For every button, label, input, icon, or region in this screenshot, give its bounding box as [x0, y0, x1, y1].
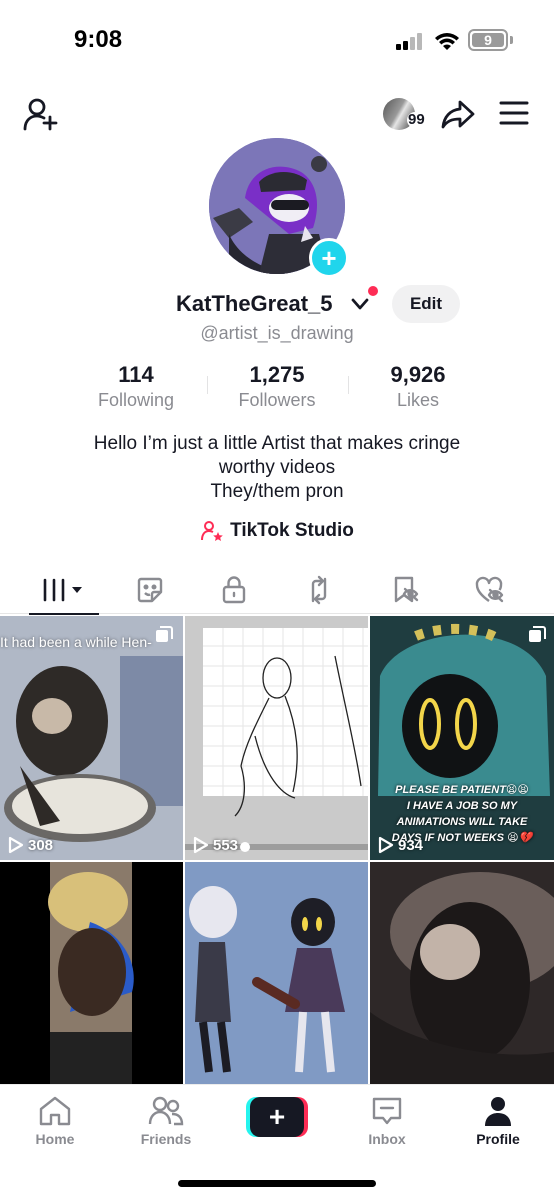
thumbnail-image	[185, 862, 368, 1084]
view-count-value: 934	[398, 836, 424, 854]
tiktok-studio-link[interactable]: TikTok Studio	[0, 518, 554, 544]
thumbnail-image	[0, 862, 183, 1084]
nav-label: Friends	[140, 1131, 192, 1147]
thumbnail-image	[370, 862, 554, 1084]
stat-likes[interactable]: 9,926 Likes	[348, 362, 488, 412]
caption-line: I HAVE A JOB SO MY	[406, 800, 518, 812]
caption-line: ANIMATIONS WILL TAKE	[396, 816, 528, 828]
view-count-value: 553	[213, 836, 239, 854]
lock-icon	[222, 576, 246, 604]
play-icon	[8, 836, 24, 854]
stat-label: Followers	[238, 390, 316, 410]
multi-photo-icon	[529, 626, 546, 642]
username-handle: @artist_is_drawing	[200, 323, 354, 343]
chevron-down-icon[interactable]	[350, 295, 370, 313]
liked-hidden-icon	[475, 576, 504, 603]
tab-stickers[interactable]	[115, 566, 185, 614]
profile-avatar[interactable]: +	[209, 138, 349, 278]
tab-favorites[interactable]	[370, 566, 440, 614]
profile-views-button[interactable]: 99	[383, 96, 431, 132]
video-overlay-text: It had been a while Hen-	[0, 634, 152, 650]
tab-liked[interactable]	[455, 566, 525, 614]
videos-grid-icon	[43, 578, 82, 602]
studio-icon	[201, 521, 223, 541]
friends-icon	[148, 1096, 184, 1126]
tab-private[interactable]	[199, 566, 269, 614]
multi-photo-icon	[156, 626, 173, 642]
video-grid: It had been a while Hen- 308 553 PLEASE …	[0, 616, 554, 1084]
create-button[interactable]: +	[246, 1097, 308, 1137]
profile-icon	[485, 1097, 511, 1126]
view-count: 934	[378, 836, 423, 854]
home-icon	[39, 1096, 71, 1126]
video-thumbnail[interactable]	[0, 862, 183, 1084]
view-count-value: 308	[28, 836, 54, 854]
bio-line: Hello I’m just a little Artist that make…	[93, 433, 461, 454]
nav-label: Profile	[476, 1131, 520, 1147]
share-icon[interactable]	[440, 97, 476, 131]
inbox-icon	[372, 1097, 402, 1125]
video-thumbnail[interactable]: PLEASE BE PATIENT😫😫 I HAVE A JOB SO MY A…	[370, 616, 554, 860]
nav-profile[interactable]: Profile	[458, 1093, 538, 1147]
thumbnail-image	[0, 616, 183, 860]
nav-inbox[interactable]: Inbox	[347, 1093, 427, 1147]
notification-dot	[368, 286, 378, 296]
bookmark-hidden-icon	[394, 576, 419, 603]
play-icon	[193, 836, 209, 854]
repost-icon	[311, 575, 327, 605]
stat-following[interactable]: 114 Following	[66, 362, 206, 412]
status-bar: 9:08 9	[0, 0, 554, 84]
bio-line: They/them pron	[210, 481, 344, 502]
view-count: 308	[8, 836, 53, 854]
stat-followers[interactable]: 1,275 Followers	[207, 362, 347, 412]
video-thumbnail[interactable]: It had been a while Hen- 308	[0, 616, 183, 860]
status-time: 9:08	[74, 26, 123, 53]
studio-label: TikTok Studio	[230, 520, 354, 541]
home-indicator	[178, 1180, 376, 1187]
name-row: KatTheGreat_5 Edit	[0, 285, 554, 323]
battery-icon: 9	[468, 29, 508, 51]
thumbnail-image	[185, 616, 368, 860]
add-story-button[interactable]: +	[309, 238, 349, 278]
menu-icon[interactable]	[498, 98, 530, 128]
tab-reposts[interactable]	[284, 566, 354, 614]
stat-label: Likes	[396, 390, 440, 410]
profile-bio[interactable]: Hello I’m just a little Artist that make…	[0, 432, 554, 504]
video-thumbnail[interactable]	[185, 862, 368, 1084]
plus-icon: +	[250, 1097, 304, 1137]
wifi-icon	[435, 33, 459, 50]
stat-label: Following	[97, 390, 175, 410]
battery-cap	[510, 36, 513, 44]
profile-tabs	[0, 566, 554, 615]
view-count: 553	[193, 836, 238, 854]
profile-stats: 114 Following 1,275 Followers 9,926 Like…	[0, 362, 554, 412]
nav-label: Inbox	[368, 1131, 406, 1147]
video-thumbnail[interactable]: 553	[185, 616, 368, 860]
bio-line: worthy videos	[218, 457, 336, 478]
stat-value: 114	[118, 362, 154, 387]
nav-friends[interactable]: Friends	[126, 1093, 206, 1147]
video-thumbnail[interactable]	[370, 862, 554, 1084]
nav-label: Home	[35, 1131, 75, 1147]
edit-profile-button[interactable]: Edit	[392, 285, 460, 323]
sticker-icon	[137, 577, 163, 603]
battery-level: 9	[472, 33, 504, 47]
cellular-signal-icon	[396, 32, 424, 50]
nav-home[interactable]: Home	[15, 1093, 95, 1147]
stat-value: 1,275	[249, 362, 305, 387]
add-friend-icon[interactable]	[20, 96, 60, 132]
caption-line: PLEASE BE PATIENT😫😫	[395, 784, 529, 796]
profile-views-count: 99	[407, 111, 426, 128]
stat-value: 9,926	[390, 362, 446, 387]
display-name[interactable]: KatTheGreat_5	[176, 291, 333, 317]
tab-videos[interactable]	[29, 566, 99, 615]
play-icon	[378, 836, 394, 854]
